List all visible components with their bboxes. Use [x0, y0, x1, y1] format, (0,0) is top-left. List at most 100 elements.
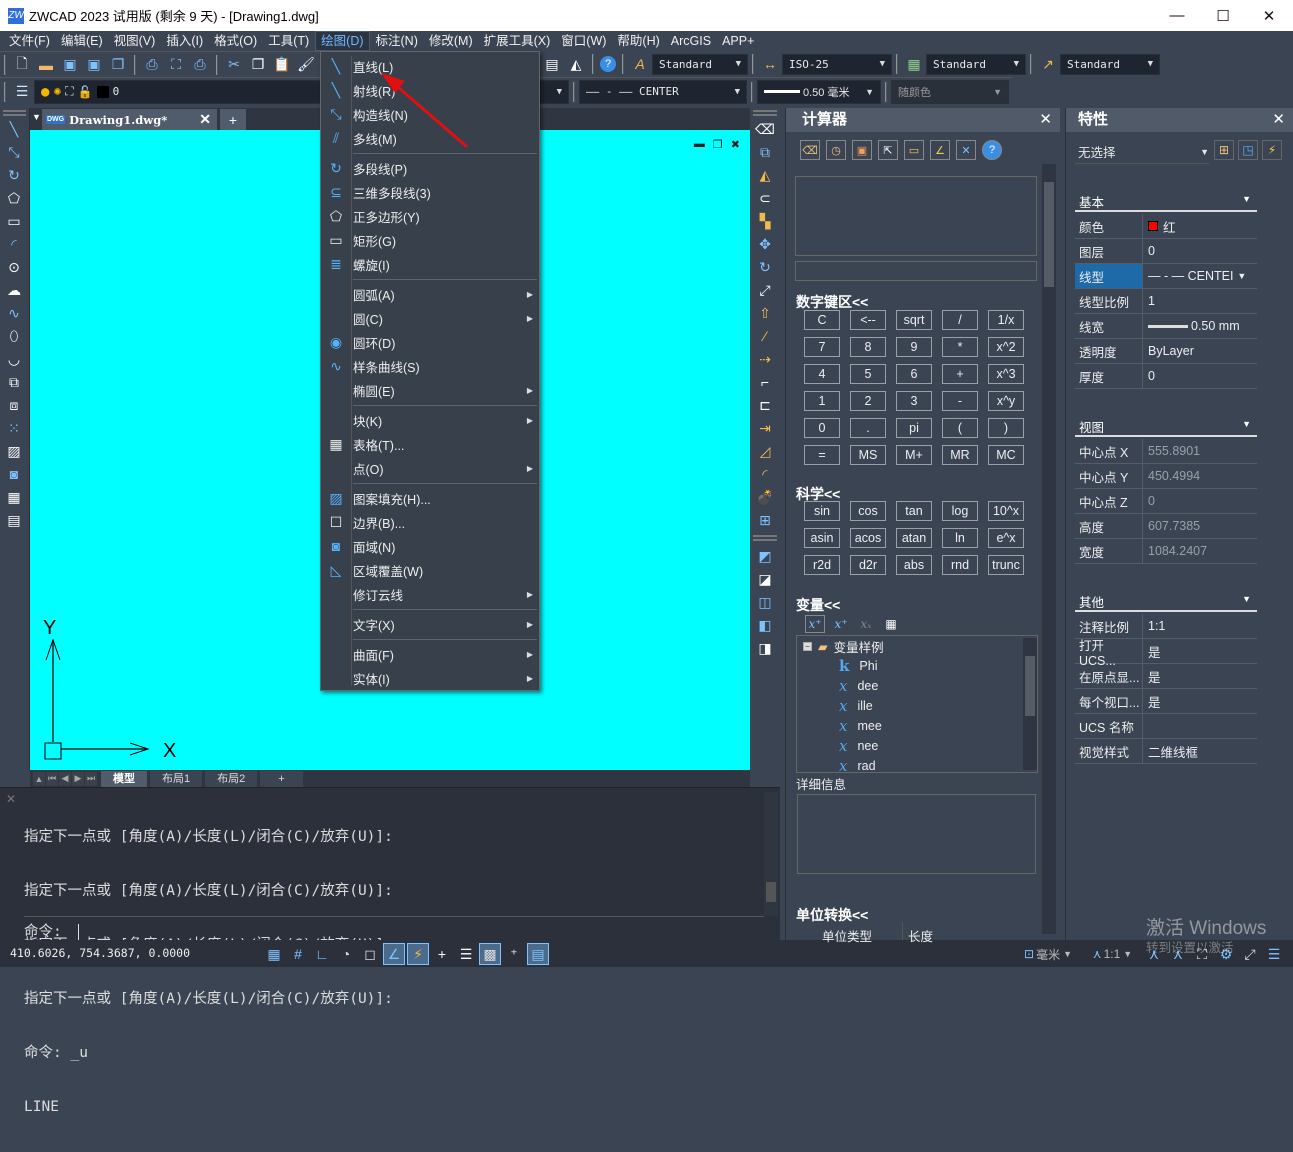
- menu-format[interactable]: 格式(O): [209, 31, 262, 51]
- variable-item[interactable]: k Phi: [839, 656, 877, 676]
- variable-item[interactable]: x rad: [839, 756, 876, 776]
- close-tab-icon[interactable]: ✕: [199, 111, 211, 128]
- calc-key[interactable]: e^x: [988, 528, 1024, 548]
- open-folder-icon[interactable]: ▬: [36, 55, 56, 75]
- menu-modify[interactable]: 修改(M): [424, 31, 478, 51]
- add-layout-button[interactable]: +: [260, 770, 303, 787]
- new-variable-icon[interactable]: x⁺: [805, 615, 825, 633]
- menu-item[interactable]: 圆弧(A) ▶: [321, 282, 539, 306]
- calc-key[interactable]: 1/x: [988, 310, 1024, 330]
- menu-edit[interactable]: 编辑(E): [56, 31, 108, 51]
- calc-key[interactable]: trunc: [988, 555, 1024, 575]
- calc-key[interactable]: cos: [850, 501, 886, 521]
- close-button[interactable]: ✕: [1246, 0, 1292, 31]
- scale-icon[interactable]: ⤢: [753, 279, 777, 301]
- calc-key[interactable]: abs: [896, 555, 932, 575]
- property-value[interactable]: 0: [1143, 489, 1155, 513]
- menu-item[interactable]: ⬠ 正多边形(Y): [321, 204, 539, 228]
- calc-key[interactable]: MC: [988, 445, 1024, 465]
- unit-conversion-title[interactable]: 单位转换<<: [796, 905, 868, 925]
- toolbar-grip[interactable]: [753, 535, 777, 541]
- toolbar-grip[interactable]: [3, 110, 26, 116]
- rotate-icon[interactable]: ↻: [753, 256, 777, 278]
- calc-key[interactable]: MR: [942, 445, 978, 465]
- help-icon[interactable]: ?: [982, 140, 1002, 160]
- close-calculator-icon[interactable]: ✕: [1039, 108, 1052, 132]
- mtext-icon[interactable]: ▤: [2, 509, 26, 531]
- viewport-minimize-icon[interactable]: ▬: [694, 138, 705, 151]
- property-value[interactable]: 是: [1143, 664, 1161, 688]
- property-row[interactable]: 线型比例 1: [1075, 289, 1257, 314]
- spline-icon[interactable]: ∿: [2, 302, 26, 324]
- distance-icon[interactable]: ▭: [904, 140, 924, 160]
- calc-key[interactable]: *: [942, 337, 978, 357]
- property-value[interactable]: 二维线框: [1143, 739, 1198, 763]
- text-to-front-icon[interactable]: ◨: [753, 637, 777, 659]
- menu-express[interactable]: 扩展工具(X): [479, 31, 556, 51]
- edit-variable-icon[interactable]: x⁺: [831, 615, 851, 633]
- arc-icon[interactable]: ◜: [2, 233, 26, 255]
- calc-key[interactable]: 10^x: [988, 501, 1024, 521]
- section-basic[interactable]: 基本 ▼: [1075, 192, 1257, 212]
- menu-window[interactable]: 窗口(W): [556, 31, 611, 51]
- annotation-monitor-icon[interactable]: ▤: [527, 943, 549, 965]
- property-row[interactable]: 中心点 X 555.8901: [1075, 439, 1257, 464]
- calc-key[interactable]: 0: [804, 418, 840, 438]
- publish-icon[interactable]: ⎙: [190, 55, 210, 75]
- tree-root[interactable]: − ▰ 变量样例: [803, 636, 884, 656]
- menu-item[interactable]: ◉ 圆环(D): [321, 330, 539, 354]
- circle-icon[interactable]: ⊙: [2, 256, 26, 278]
- fillet-icon[interactable]: ◜: [753, 463, 777, 485]
- calc-key[interactable]: 5: [850, 364, 886, 384]
- menu-item[interactable]: 椭圆(E) ▶: [321, 378, 539, 402]
- minimize-button[interactable]: —: [1154, 0, 1200, 31]
- copy-icon[interactable]: ❐: [248, 55, 268, 75]
- menu-arcgis[interactable]: ArcGIS: [666, 31, 716, 51]
- menu-view[interactable]: 视图(V): [109, 31, 161, 51]
- property-row[interactable]: 透明度 ByLayer: [1075, 339, 1257, 364]
- property-row[interactable]: 高度 607.7385: [1075, 514, 1257, 539]
- join-icon[interactable]: ⇥: [753, 417, 777, 439]
- property-row[interactable]: 厚度 0: [1075, 364, 1257, 389]
- calc-key[interactable]: tan: [896, 501, 932, 521]
- units-selector[interactable]: ⊡ 毫米 ▼: [1018, 943, 1078, 965]
- property-value[interactable]: 0: [1143, 364, 1155, 388]
- intersection-icon[interactable]: ✕: [956, 140, 976, 160]
- quick-select-icon[interactable]: ⚡: [1262, 140, 1282, 160]
- calc-key[interactable]: .: [850, 418, 886, 438]
- polygon-icon[interactable]: ⬠: [2, 187, 26, 209]
- variable-item[interactable]: x mee: [839, 716, 882, 736]
- extend-icon[interactable]: ⇢: [753, 348, 777, 370]
- scroll-thumb[interactable]: [1044, 182, 1054, 287]
- mleader-style-combo[interactable]: Standard ▼: [1060, 53, 1160, 75]
- menu-item[interactable]: ≣ 螺旋(I): [321, 252, 539, 276]
- explode-icon[interactable]: 💣: [753, 486, 777, 508]
- trim-icon[interactable]: ⁄: [753, 325, 777, 347]
- calc-key[interactable]: acos: [850, 528, 886, 548]
- menu-item[interactable]: ☐ 边界(B)...: [321, 510, 539, 534]
- plot-style-combo[interactable]: 随颜色 ▼: [891, 79, 1009, 104]
- menu-item[interactable]: ▦ 表格(T)...: [321, 432, 539, 456]
- calc-key[interactable]: pi: [896, 418, 932, 438]
- close-command-icon[interactable]: ✕: [6, 792, 16, 806]
- numpad-title[interactable]: 数字键区<<: [796, 292, 868, 312]
- calc-key[interactable]: atan: [896, 528, 932, 548]
- chevron-down-icon[interactable]: ▼: [1237, 271, 1246, 281]
- calc-key[interactable]: MS: [850, 445, 886, 465]
- dynamic-ucs-icon[interactable]: ⚡: [407, 943, 429, 965]
- menu-app-plus[interactable]: APP+: [717, 31, 759, 51]
- dynamic-input-icon[interactable]: +: [431, 943, 453, 965]
- calc-key[interactable]: sqrt: [896, 310, 932, 330]
- stretch-icon[interactable]: ⇧: [753, 302, 777, 324]
- close-properties-icon[interactable]: ✕: [1272, 108, 1285, 132]
- menu-item[interactable]: 文字(X) ▶: [321, 612, 539, 636]
- insert-block-icon[interactable]: ⧉: [2, 371, 26, 393]
- menu-item[interactable]: ↻ 多段线(P): [321, 156, 539, 180]
- send-to-back-icon[interactable]: ◪: [753, 568, 777, 590]
- ellipse-icon[interactable]: ⬯: [2, 325, 26, 347]
- revcloud-icon[interactable]: ☁: [2, 279, 26, 301]
- menu-help[interactable]: 帮助(H): [612, 31, 664, 51]
- menu-item[interactable]: ⫽ 多线(M): [321, 126, 539, 150]
- property-row[interactable]: 图层 0: [1075, 239, 1257, 264]
- calc-key[interactable]: rnd: [942, 555, 978, 575]
